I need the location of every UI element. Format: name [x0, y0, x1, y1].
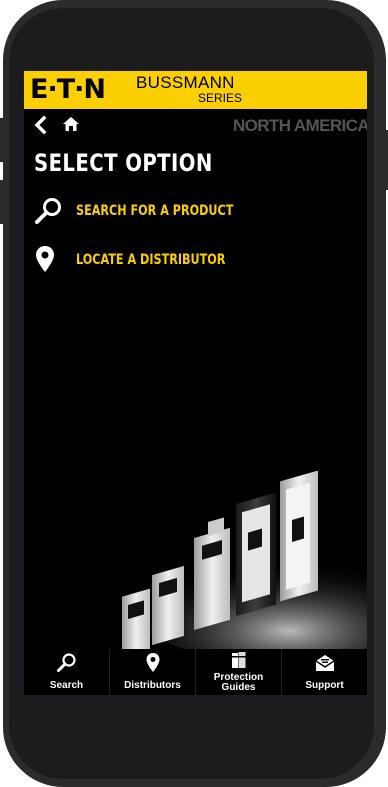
tab-label: Search — [49, 680, 84, 691]
tab-label: Distributors — [124, 680, 181, 691]
side-button-left-mid — [0, 180, 4, 224]
eaton-logo: E·T·N — [30, 74, 106, 105]
option-label: LOCATE A DISTRIBUTOR — [76, 252, 226, 268]
phone-frame: E·T·N BUSSMANN SERIES NORTH AMERICA SELE… — [0, 0, 388, 787]
bussmann-logo: BUSSMANN — [136, 73, 235, 92]
tab-distributors[interactable]: Distributors — [110, 649, 196, 695]
region-label[interactable]: NORTH AMERICA — [233, 116, 367, 136]
tab-label: Protection Guides — [196, 673, 281, 693]
map-pin-icon — [146, 653, 159, 672]
option-locate-distributor[interactable]: LOCATE A DISTRIBUTOR — [34, 245, 334, 275]
tab-support[interactable]: Support — [282, 649, 367, 695]
home-icon[interactable] — [62, 115, 80, 133]
bottom-tab-bar: Search Distributors Protection Guides Su… — [24, 649, 367, 695]
side-button-right — [384, 130, 388, 190]
books-icon — [231, 652, 245, 668]
magnifier-icon — [35, 198, 61, 224]
option-label: SEARCH FOR A PRODUCT — [76, 203, 234, 219]
page-title: SELECT OPTION — [34, 149, 213, 177]
fuse-holders-image — [122, 471, 367, 651]
brand-header: E·T·N BUSSMANN SERIES — [24, 71, 367, 109]
envelope-icon — [315, 655, 334, 671]
map-pin-icon — [36, 246, 54, 272]
tab-search[interactable]: Search — [24, 649, 110, 695]
nav-row: NORTH AMERICA — [24, 109, 367, 143]
app-screen: E·T·N BUSSMANN SERIES NORTH AMERICA SELE… — [24, 71, 367, 695]
back-chevron-icon[interactable] — [32, 115, 48, 135]
tab-label: Support — [305, 680, 344, 691]
series-label: SERIES — [198, 91, 243, 105]
side-button-left-top — [0, 118, 4, 162]
magnifier-icon — [56, 653, 76, 672]
tab-label-line2: Guides — [221, 682, 256, 693]
tab-protection-guides[interactable]: Protection Guides — [196, 649, 282, 695]
option-search-product[interactable]: SEARCH FOR A PRODUCT — [34, 196, 334, 226]
